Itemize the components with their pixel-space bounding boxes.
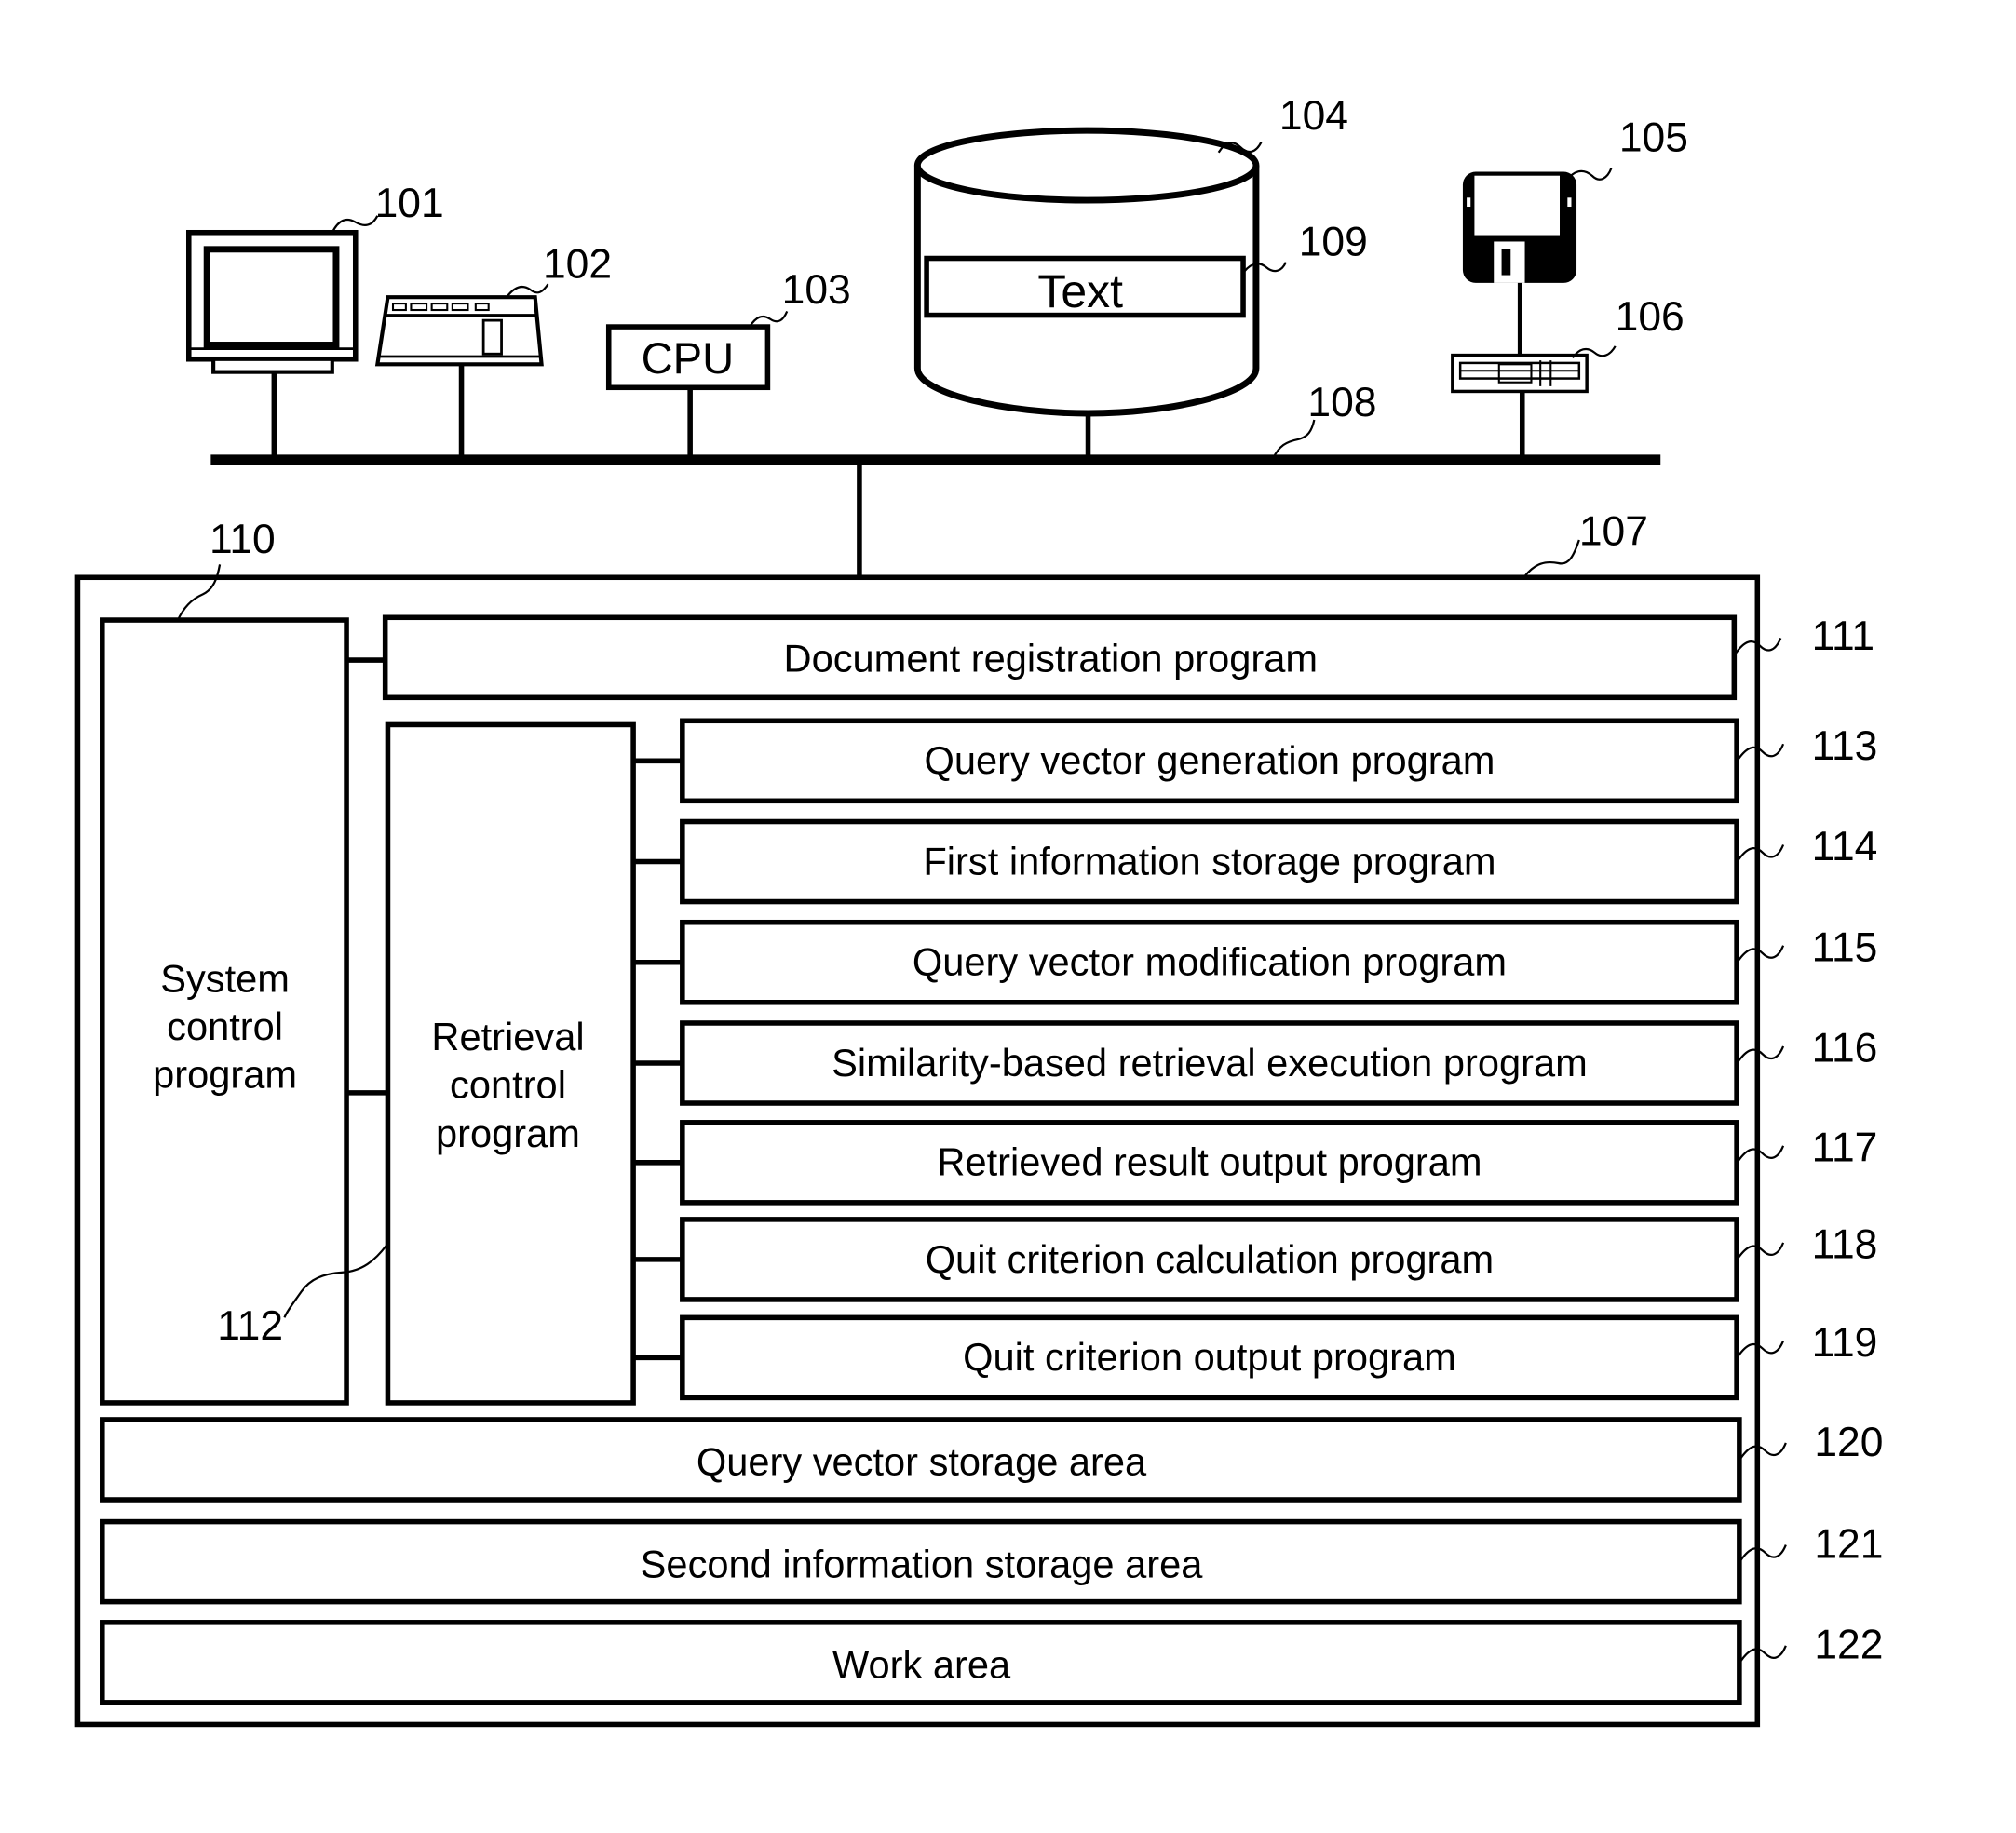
program-label: Quit criterion output program [963, 1335, 1456, 1379]
area-label: Second information storage area [641, 1542, 1204, 1585]
program-item: Retrieved result output program 117 [633, 1120, 1878, 1206]
floppy-disk-icon [1462, 171, 1577, 356]
ref-102: 102 [543, 241, 612, 287]
document-registration-label: Document registration program [784, 637, 1319, 681]
leader-107 [1523, 539, 1580, 577]
area-ref: 122 [1814, 1623, 1883, 1668]
ref-105: 105 [1619, 115, 1688, 160]
leader-108 [1271, 419, 1316, 460]
program-ref: 113 [1812, 723, 1878, 769]
cpu-label: CPU [642, 333, 735, 383]
ref-112: 112 [217, 1303, 283, 1349]
area-label: Query vector storage area [697, 1440, 1147, 1484]
program-item: Quit criterion calculation program 118 [633, 1217, 1878, 1302]
ref-101: 101 [375, 181, 444, 226]
program-ref: 117 [1812, 1125, 1878, 1170]
system-control-label-3: program [153, 1052, 297, 1096]
area-ref: 121 [1814, 1521, 1883, 1567]
retrieval-control-label-1: Retrieval [431, 1015, 584, 1058]
area-ref: 120 [1814, 1420, 1883, 1465]
program-ref: 118 [1812, 1222, 1878, 1268]
ref-108: 108 [1307, 380, 1376, 425]
ref-107: 107 [1579, 509, 1648, 555]
ref-106: 106 [1616, 294, 1685, 340]
text-box-label: Text [1037, 265, 1123, 317]
display-icon [185, 229, 359, 460]
program-item: Query vector modification program 115 [633, 919, 1878, 1005]
program-list: Query vector generation program 113 First … [633, 718, 1878, 1401]
program-item: Similarity-based retrieval execution pro… [633, 1020, 1878, 1106]
ref-110: 110 [210, 517, 276, 562]
program-label: Retrieved result output program [937, 1140, 1482, 1184]
ref-109: 109 [1299, 220, 1368, 265]
program-label: Query vector generation program [925, 738, 1495, 782]
system-diagram: 108 101 102 CPU 103 104 Text 109 105 106… [74, 93, 1883, 1728]
area-item: Work area 122 [100, 1620, 1883, 1705]
area-label: Work area [832, 1642, 1011, 1686]
system-control-label-1: System [160, 957, 290, 1001]
ref-103: 103 [782, 267, 851, 313]
program-item: First information storage program 114 [633, 818, 1878, 905]
program-label: Query vector modification program [913, 940, 1507, 984]
retrieval-control-label-3: program [436, 1112, 580, 1155]
area-item: Second information storage area 121 [100, 1518, 1883, 1605]
program-ref: 114 [1812, 824, 1878, 869]
area-item: Query vector storage area 120 [100, 1417, 1883, 1503]
program-label: Quit criterion calculation program [926, 1237, 1495, 1281]
program-label: Similarity-based retrieval execution pro… [832, 1041, 1588, 1085]
area-list: Query vector storage area 120 Second infor… [100, 1417, 1883, 1705]
program-item: Query vector generation program 113 [633, 718, 1878, 804]
floppy-drive-icon [1451, 353, 1589, 460]
system-control-label-2: control [167, 1004, 283, 1048]
program-ref: 119 [1812, 1320, 1878, 1366]
retrieval-control-label-2: control [450, 1062, 566, 1106]
program-item: Quit criterion output program 119 [633, 1314, 1878, 1401]
ref-111: 111 [1812, 613, 1874, 659]
keyboard-icon [374, 295, 544, 460]
program-label: First information storage program [923, 839, 1495, 883]
ref-104: 104 [1279, 93, 1348, 139]
program-ref: 115 [1812, 924, 1878, 970]
program-ref: 116 [1812, 1026, 1878, 1071]
